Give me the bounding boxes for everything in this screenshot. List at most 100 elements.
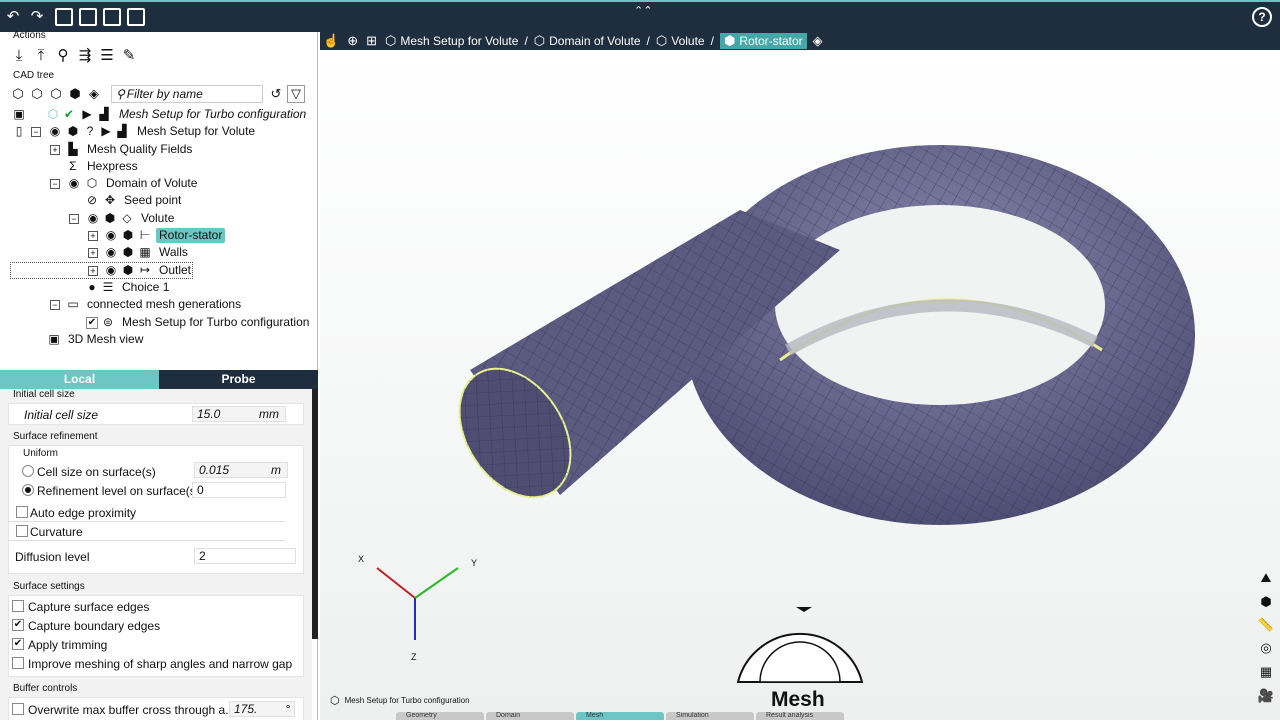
- tab-probe[interactable]: Probe: [159, 370, 318, 389]
- tree-row[interactable]: ▣ ⬡ ✔ ▶ ▟ Mesh Setup for Turbo configura…: [0, 106, 316, 123]
- expand-toggle[interactable]: +: [88, 231, 98, 242]
- play-icon[interactable]: ▶: [99, 124, 113, 138]
- tree-row[interactable]: ⊘ ✥ Seed point: [0, 192, 316, 209]
- chart-icon[interactable]: ▟: [97, 107, 111, 121]
- auto-edge-checkbox[interactable]: [16, 506, 28, 518]
- expand-toggle[interactable]: +: [88, 248, 98, 259]
- expand-toggle[interactable]: +: [88, 265, 98, 276]
- diffusion-level-input[interactable]: 2: [194, 548, 296, 564]
- tab-domain[interactable]: Domain: [486, 712, 574, 720]
- redo-icon[interactable]: ↷: [27, 7, 47, 27]
- tree-row[interactable]: ✔ ⊜ Mesh Setup for Turbo configuration: [0, 314, 316, 331]
- eye-icon[interactable]: ◉: [104, 228, 118, 242]
- save-copy-icon[interactable]: [103, 8, 121, 26]
- mesh-wheel-menu[interactable]: [736, 607, 864, 683]
- undo-icon[interactable]: ↶: [3, 7, 23, 27]
- cube-icon[interactable]: ⬢: [67, 86, 83, 102]
- uniform-group-title: Uniform: [23, 448, 59, 459]
- save-as-icon[interactable]: [79, 8, 97, 26]
- tree-row[interactable]: ● ☰ Choice 1: [0, 279, 316, 296]
- eye-hidden-icon[interactable]: ⊘: [85, 193, 99, 207]
- save-icon[interactable]: [55, 8, 73, 26]
- shapes-icon[interactable]: ◎: [1256, 640, 1276, 658]
- overwrite-buffer-checkbox[interactable]: [12, 703, 24, 715]
- eye-icon[interactable]: ◉: [67, 176, 81, 190]
- tree-row[interactable]: Σ Hexpress: [0, 158, 316, 175]
- tab-geometry[interactable]: Geometry: [396, 712, 484, 720]
- eye-icon[interactable]: ◉: [104, 263, 118, 277]
- cell-size-field[interactable]: 0.015 m: [194, 462, 288, 478]
- folder-icon: ▭: [67, 297, 79, 312]
- expand-toggle[interactable]: +: [50, 144, 60, 155]
- node-icon[interactable]: ⚲: [54, 46, 72, 64]
- target-icon[interactable]: ⊕: [347, 33, 358, 49]
- layers-icon[interactable]: ◈: [86, 86, 102, 102]
- improve-meshing-checkbox[interactable]: [12, 657, 24, 669]
- view-cube-icon[interactable]: ⬢: [1256, 594, 1276, 612]
- initial-cell-size-field[interactable]: 15.0 mm: [192, 406, 286, 422]
- apply-trimming-checkbox[interactable]: ✔: [12, 638, 24, 650]
- tree-row[interactable]: − ▭ connected mesh generations: [0, 296, 316, 313]
- mesh-icon: ⬢: [67, 124, 79, 139]
- camera-icon[interactable]: 🎥: [1256, 688, 1276, 706]
- buffer-field[interactable]: 175. °: [229, 701, 295, 717]
- eye-icon[interactable]: ◉: [86, 211, 100, 225]
- collapse-toggle[interactable]: −: [31, 127, 41, 138]
- refinement-level-radio[interactable]: [22, 484, 34, 496]
- tree-row[interactable]: + ▙ Mesh Quality Fields: [0, 141, 316, 158]
- cell-size-radio[interactable]: [22, 465, 34, 477]
- refinement-level-input[interactable]: 0: [192, 482, 286, 498]
- breadcrumb-item-current[interactable]: ⬢ Rotor-stator: [719, 33, 807, 49]
- help-icon[interactable]: ?: [1252, 7, 1272, 27]
- checkbox-checked[interactable]: ✔: [86, 316, 98, 329]
- collapse-toggle[interactable]: −: [50, 300, 60, 311]
- cube-set-icon[interactable]: ⬡: [10, 86, 26, 102]
- viewport-3d[interactable]: X Y Z Mesh: [320, 50, 1280, 720]
- ruler-icon[interactable]: 📏: [1256, 617, 1276, 635]
- breadcrumb-item[interactable]: ⬡ Volute: [656, 33, 705, 49]
- tree-icon[interactable]: ⊞: [366, 33, 377, 49]
- wand-icon[interactable]: ✎: [120, 46, 138, 64]
- tree-row[interactable]: − ◉ ⬢ ◇ Volute: [0, 210, 316, 227]
- tree-label: Mesh Setup for Turbo configuration: [122, 314, 310, 329]
- curvature-checkbox[interactable]: [16, 525, 28, 537]
- capture-surface-checkbox[interactable]: [12, 600, 24, 612]
- cubes-icon[interactable]: ⬡: [29, 86, 45, 102]
- collapse-toggle[interactable]: −: [69, 213, 79, 224]
- tree-row[interactable]: ▯ − ◉ ⬢ ? ▶ ▟ Mesh Setup for Volute: [0, 123, 316, 140]
- collapse-toggle[interactable]: −: [50, 179, 60, 190]
- capture-boundary-checkbox[interactable]: ✔: [12, 619, 24, 631]
- filter-input[interactable]: ⚲ Filter by name: [111, 85, 263, 103]
- breadcrumb-item[interactable]: ⬡ Domain of Volute: [534, 33, 641, 49]
- grid-cube-icon[interactable]: ▦: [1256, 664, 1276, 682]
- layers-icon[interactable]: ◈: [813, 33, 823, 49]
- domain-icon: ⬡: [86, 176, 98, 191]
- auto-edge-label: Auto edge proximity: [30, 506, 137, 520]
- cube-outline-icon[interactable]: ⬡: [48, 86, 64, 102]
- screenshot-icon[interactable]: ⛰: [1256, 570, 1276, 588]
- chart-icon[interactable]: ▟: [115, 124, 129, 138]
- tab-simulation[interactable]: Simulation: [666, 712, 754, 720]
- tree-row[interactable]: + ◉ ⬢ ⊢ Rotor-stator: [0, 227, 316, 244]
- tree-row[interactable]: + ◉ ⬢ ↦ Outlet: [0, 261, 316, 279]
- reset-filter-icon[interactable]: ↺: [268, 86, 284, 102]
- import-icon[interactable]: ⤓: [10, 47, 28, 64]
- eye-icon[interactable]: ◉: [104, 245, 118, 259]
- list-icon[interactable]: ☰: [98, 46, 116, 64]
- hand-icon[interactable]: ☝: [323, 33, 339, 49]
- tree-row[interactable]: ▣ 3D Mesh view: [0, 331, 316, 348]
- tab-result-analysis[interactable]: Result analysis: [756, 712, 844, 720]
- tab-local[interactable]: Local: [0, 370, 159, 389]
- flow-icon[interactable]: ⇶: [76, 46, 94, 64]
- play-icon[interactable]: ▶: [80, 107, 94, 121]
- export-icon[interactable]: ⤒: [32, 47, 50, 64]
- properties-scrollbar[interactable]: [312, 389, 318, 639]
- collapse-chevron-icon[interactable]: ⌃⌃: [634, 4, 652, 17]
- funnel-icon[interactable]: ▽: [287, 85, 305, 103]
- tree-row[interactable]: + ◉ ⬢ ▦ Walls: [0, 244, 316, 261]
- layout-icon[interactable]: [127, 8, 145, 26]
- breadcrumb-item[interactable]: ⬡ Mesh Setup for Volute: [385, 33, 518, 49]
- tree-row[interactable]: − ◉ ⬡ Domain of Volute: [0, 175, 316, 192]
- tab-mesh[interactable]: Mesh: [576, 712, 664, 720]
- eye-icon[interactable]: ◉: [48, 124, 62, 138]
